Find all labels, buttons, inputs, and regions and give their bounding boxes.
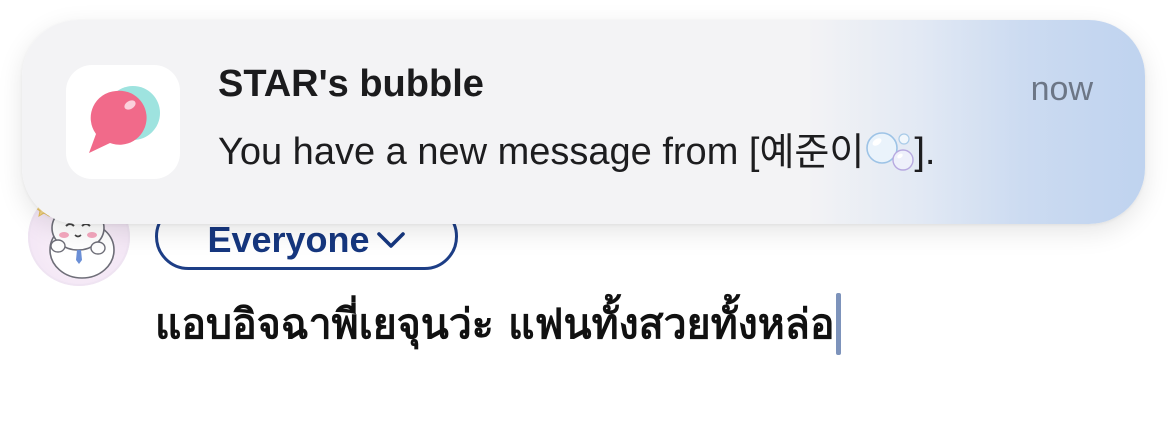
notification-banner[interactable]: STAR's bubble now You have a new message… bbox=[22, 20, 1145, 224]
message-prefix: You have a new message from [ bbox=[218, 131, 760, 174]
bubbles-emoji-icon bbox=[866, 132, 915, 171]
notification-app-name: STAR's bubble bbox=[218, 63, 484, 105]
app-icon bbox=[66, 65, 180, 179]
message-suffix: ]. bbox=[914, 131, 936, 174]
notification-time: now bbox=[1030, 70, 1093, 108]
message-sender: 예준이 bbox=[759, 130, 865, 175]
text-cursor bbox=[835, 293, 841, 355]
post-text-area[interactable]: แอบอิจฉาพี่เยจุนว่ะ แฟนทั้งสวยทั้งหล่อ bbox=[155, 292, 841, 356]
notification-message: You have a new message from [ 예준이 ]. bbox=[218, 130, 935, 176]
post-text: แอบอิจฉาพี่เยจุนว่ะ แฟนทั้งสวยทั้งหล่อ bbox=[155, 299, 835, 348]
chevron-down-icon bbox=[376, 231, 405, 248]
speech-bubbles-icon bbox=[89, 86, 160, 153]
audience-label: Everyone bbox=[207, 218, 370, 260]
